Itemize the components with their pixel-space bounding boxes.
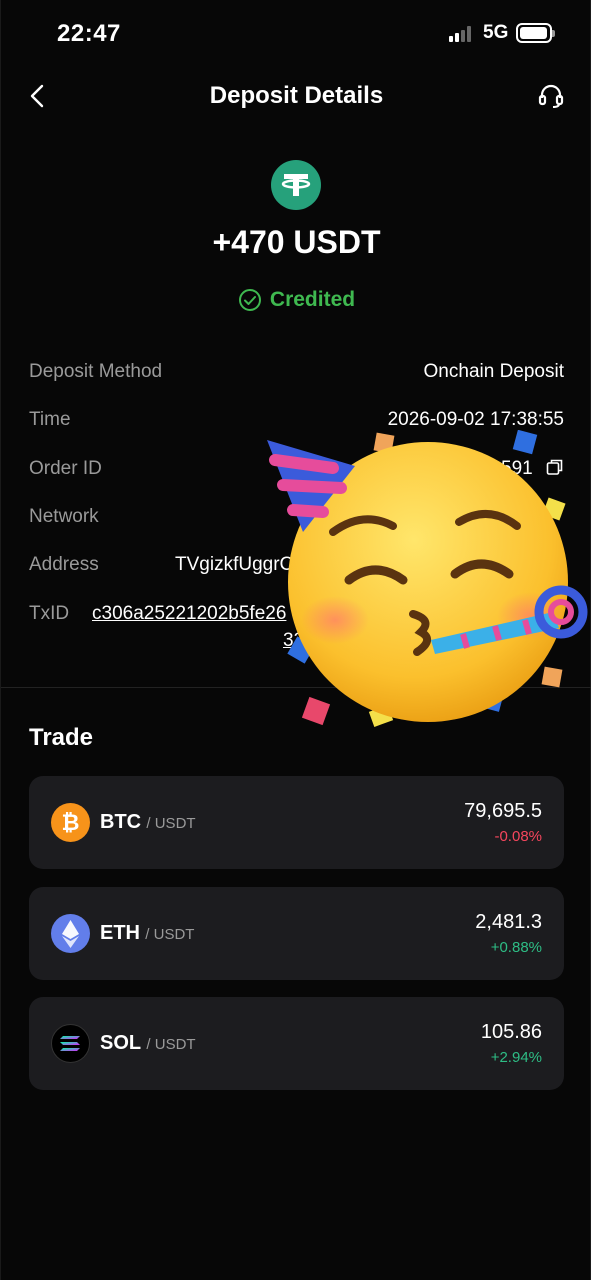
status-time: 22:47 (57, 20, 121, 47)
pair-quote: / USDT (145, 926, 195, 943)
status-label: Credited (269, 288, 356, 311)
party-face-emoji (267, 430, 588, 727)
method-value: Onchain Deposit (423, 361, 564, 382)
trade-section-title: Trade (29, 724, 94, 751)
address-label: Address (29, 554, 99, 575)
pair-base: BTC (100, 811, 142, 833)
pair-price: 79,695.5 (464, 800, 542, 822)
pair-label: BTC / USDT (100, 811, 196, 834)
check-circle-icon (238, 289, 261, 311)
pair-price: 2,481.3 (475, 911, 542, 933)
pair-change: +2.94% (490, 1049, 542, 1066)
pair-base: SOL (100, 1032, 142, 1054)
pair-label: ETH / USDT (100, 922, 194, 945)
pair-label: SOL / USDT (100, 1032, 196, 1055)
screen: 22:47 5G Deposit Details +470 USDT Credi… (0, 0, 591, 1280)
signal-icon (449, 26, 475, 42)
network-label: Network (29, 506, 99, 527)
deposit-amount: +470 USDT (212, 224, 381, 260)
headset-icon[interactable] (537, 82, 565, 110)
pair-change: -0.08% (494, 828, 542, 845)
txid-label: TxID (29, 603, 70, 624)
time-value: 2026-09-02 17:38:55 (387, 409, 564, 430)
time-label: Time (29, 409, 71, 430)
pair-quote: / USDT (146, 1036, 196, 1053)
page-title: Deposit Details (209, 82, 384, 109)
order-label: Order ID (29, 458, 102, 479)
pair-base: ETH (100, 922, 140, 944)
tether-icon (271, 160, 321, 210)
ethereum-icon (51, 914, 90, 953)
battery-icon (516, 23, 555, 43)
svg-text:₿: ₿ (62, 811, 80, 836)
solana-icon (51, 1024, 90, 1063)
bitcoin-icon: ₿ (51, 803, 90, 842)
method-label: Deposit Method (29, 361, 163, 382)
pair-price: 105.86 (480, 1021, 542, 1043)
status-bar: 22:47 5G (1, 0, 591, 66)
detail-row-method: Deposit Method Onchain Deposit (29, 361, 564, 391)
status-badge: Credited (1, 288, 591, 312)
trade-card-btc[interactable]: ₿ BTC / USDT 79,695.5 -0.08% (29, 776, 564, 869)
pair-change: +0.88% (490, 939, 542, 956)
network-type: 5G (483, 22, 509, 43)
txid-value-line1[interactable]: c306a25221202b5fe26 (92, 603, 286, 625)
pair-quote: / USDT (146, 815, 196, 832)
trade-card-sol[interactable]: SOL / USDT 105.86 +2.94% (29, 997, 564, 1090)
trade-card-eth[interactable]: ETH / USDT 2,481.3 +0.88% (29, 887, 564, 980)
